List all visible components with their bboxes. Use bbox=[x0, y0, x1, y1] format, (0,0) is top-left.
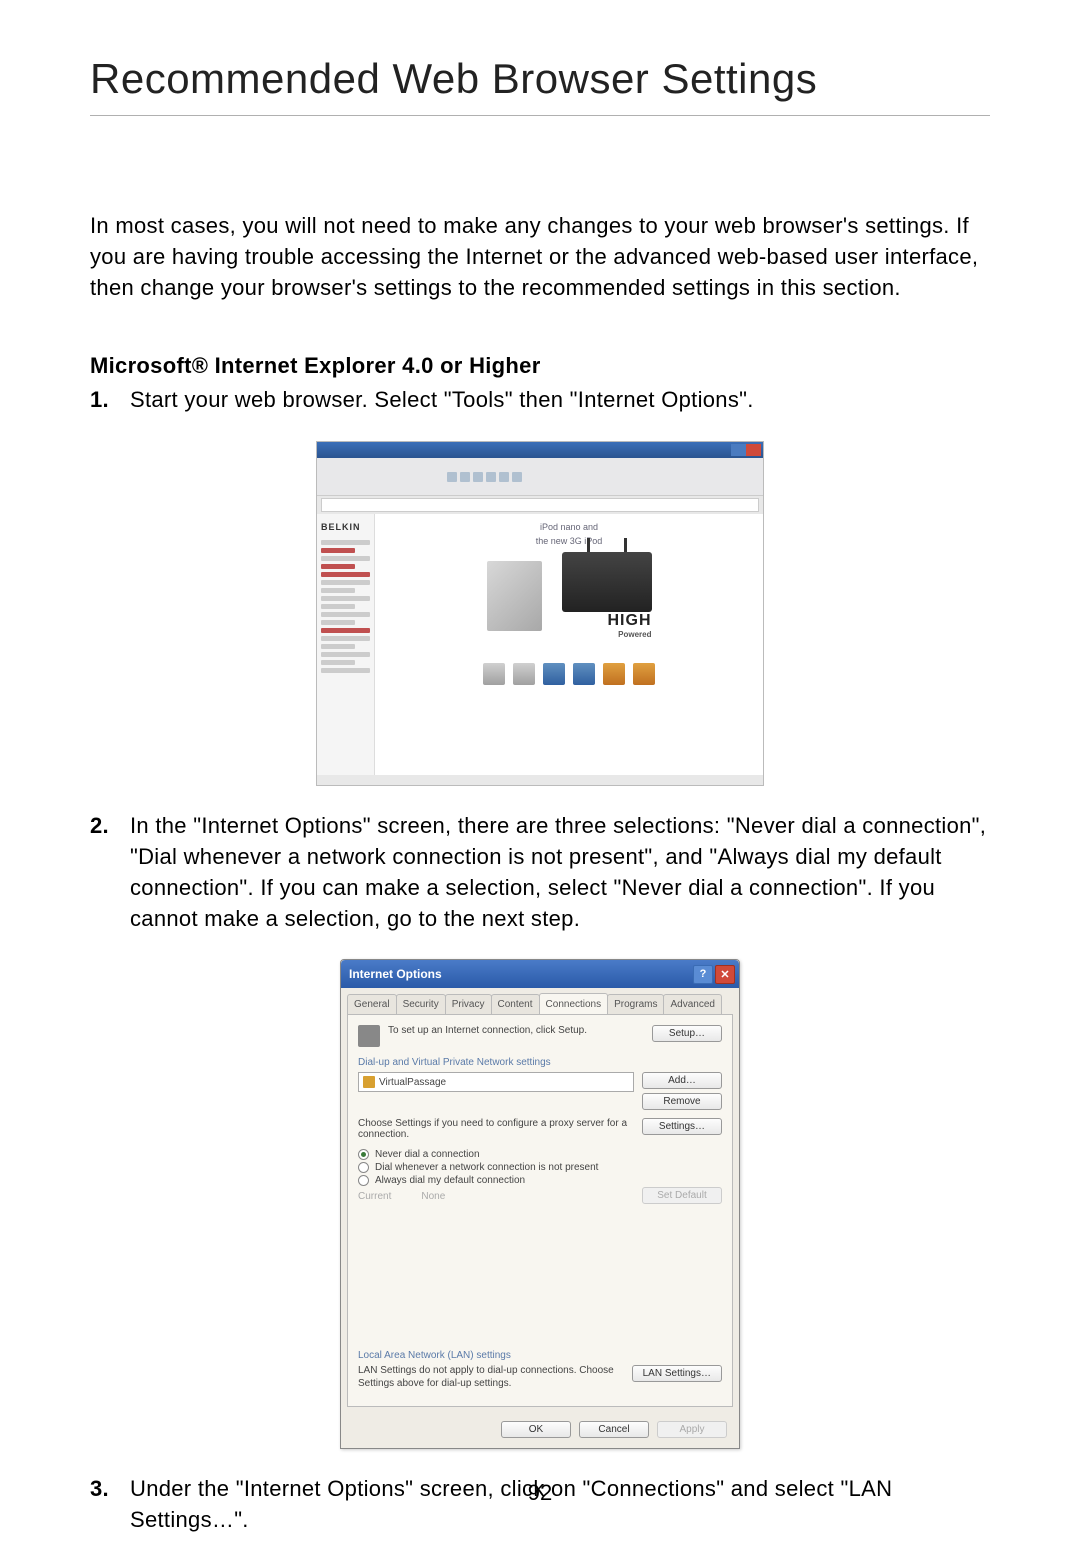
step-2-number: 2. bbox=[90, 811, 130, 934]
radio-always-dial[interactable]: Always dial my default connection bbox=[358, 1174, 722, 1187]
thumbnail bbox=[483, 663, 505, 685]
vpn-section-label: Dial-up and Virtual Private Network sett… bbox=[358, 1057, 722, 1068]
step-1: 1. Start your web browser. Select "Tools… bbox=[90, 385, 990, 416]
step-1-number: 1. bbox=[90, 385, 130, 416]
set-default-button: Set Default bbox=[642, 1187, 722, 1204]
step-2: 2. In the "Internet Options" screen, the… bbox=[90, 811, 990, 934]
connection-icon bbox=[363, 1076, 375, 1088]
lan-instruction: LAN Settings do not apply to dial-up con… bbox=[358, 1365, 624, 1390]
toolbar-icon bbox=[447, 472, 457, 482]
browser-titlebar bbox=[317, 442, 763, 458]
add-button[interactable]: Add… bbox=[642, 1072, 722, 1089]
radio-label: Always dial my default connection bbox=[375, 1175, 525, 1186]
vpn-item: VirtualPassage bbox=[379, 1077, 446, 1088]
tab-security[interactable]: Security bbox=[396, 994, 446, 1014]
dialog-titlebar: Internet Options ? ✕ bbox=[341, 960, 739, 988]
high-label: HIGH bbox=[562, 612, 652, 630]
thumbnail bbox=[573, 663, 595, 685]
dialog-panel: To set up an Internet connection, click … bbox=[347, 1014, 733, 1407]
close-button[interactable]: ✕ bbox=[715, 965, 735, 984]
radio-dial-whenever[interactable]: Dial whenever a network connection is no… bbox=[358, 1161, 722, 1174]
belkin-logo: BELKIN bbox=[321, 522, 370, 532]
page-number: 92 bbox=[0, 1480, 1080, 1506]
browser-content: iPod nano and the new 3G iPod HIGH Power… bbox=[375, 514, 763, 775]
ipod-text-2: the new 3G iPod bbox=[387, 536, 751, 546]
radio-label: Dial whenever a network connection is no… bbox=[375, 1162, 598, 1173]
ipod-text-1: iPod nano and bbox=[387, 522, 751, 532]
thumbnail bbox=[543, 663, 565, 685]
browser-addressbar bbox=[321, 498, 759, 512]
product-image bbox=[487, 561, 542, 631]
intro-text: In most cases, you will not need to make… bbox=[90, 211, 990, 303]
ok-button[interactable]: OK bbox=[501, 1421, 571, 1438]
thumbnail bbox=[603, 663, 625, 685]
tab-programs[interactable]: Programs bbox=[607, 994, 664, 1014]
dialog-title: Internet Options bbox=[349, 967, 442, 981]
current-label: Current bbox=[358, 1191, 391, 1202]
apply-button: Apply bbox=[657, 1421, 727, 1438]
dialog-buttons: OK Cancel Apply bbox=[341, 1413, 739, 1448]
tab-advanced[interactable]: Advanced bbox=[663, 994, 721, 1014]
router-image bbox=[562, 552, 652, 612]
current-none: None bbox=[421, 1191, 445, 1202]
tab-privacy[interactable]: Privacy bbox=[445, 994, 492, 1014]
toolbar-icon bbox=[499, 472, 509, 482]
setup-instruction: To set up an Internet connection, click … bbox=[388, 1025, 644, 1038]
page-title: Recommended Web Browser Settings bbox=[90, 55, 990, 116]
powered-label: Powered bbox=[562, 630, 652, 639]
vpn-listbox[interactable]: VirtualPassage bbox=[358, 1072, 634, 1092]
thumbnail bbox=[513, 663, 535, 685]
browser-menubar bbox=[317, 458, 763, 496]
browser-sidebar: BELKIN bbox=[317, 514, 375, 775]
step-2-text: In the "Internet Options" screen, there … bbox=[130, 811, 990, 934]
remove-button[interactable]: Remove bbox=[642, 1093, 722, 1110]
figure-browser-screenshot: BELKIN iPod nano and bbox=[316, 441, 764, 786]
radio-label: Never dial a connection bbox=[375, 1149, 480, 1160]
toolbar-icon bbox=[512, 472, 522, 482]
toolbar-icon bbox=[486, 472, 496, 482]
radio-icon bbox=[358, 1162, 369, 1173]
help-button[interactable]: ? bbox=[693, 965, 713, 984]
setup-icon bbox=[358, 1025, 380, 1047]
subheading-ie: Microsoft® Internet Explorer 4.0 or High… bbox=[90, 353, 990, 379]
radio-never-dial[interactable]: Never dial a connection bbox=[358, 1148, 722, 1161]
setup-button[interactable]: Setup… bbox=[652, 1025, 722, 1042]
dialog-tabs: General Security Privacy Content Connect… bbox=[341, 988, 739, 1014]
step-1-text: Start your web browser. Select "Tools" t… bbox=[130, 385, 990, 416]
tab-content[interactable]: Content bbox=[491, 994, 540, 1014]
lan-section-label: Local Area Network (LAN) settings bbox=[358, 1350, 722, 1361]
lan-settings-button[interactable]: LAN Settings… bbox=[632, 1365, 722, 1382]
tab-connections[interactable]: Connections bbox=[539, 993, 609, 1014]
settings-button[interactable]: Settings… bbox=[642, 1118, 722, 1135]
cancel-button[interactable]: Cancel bbox=[579, 1421, 649, 1438]
proxy-instruction: Choose Settings if you need to configure… bbox=[358, 1118, 634, 1140]
radio-icon bbox=[358, 1149, 369, 1160]
thumbnail bbox=[633, 663, 655, 685]
tab-general[interactable]: General bbox=[347, 994, 397, 1014]
toolbar-icon bbox=[473, 472, 483, 482]
radio-icon bbox=[358, 1175, 369, 1186]
toolbar-icon bbox=[460, 472, 470, 482]
figure-internet-options-dialog: Internet Options ? ✕ General Security Pr… bbox=[340, 959, 740, 1449]
